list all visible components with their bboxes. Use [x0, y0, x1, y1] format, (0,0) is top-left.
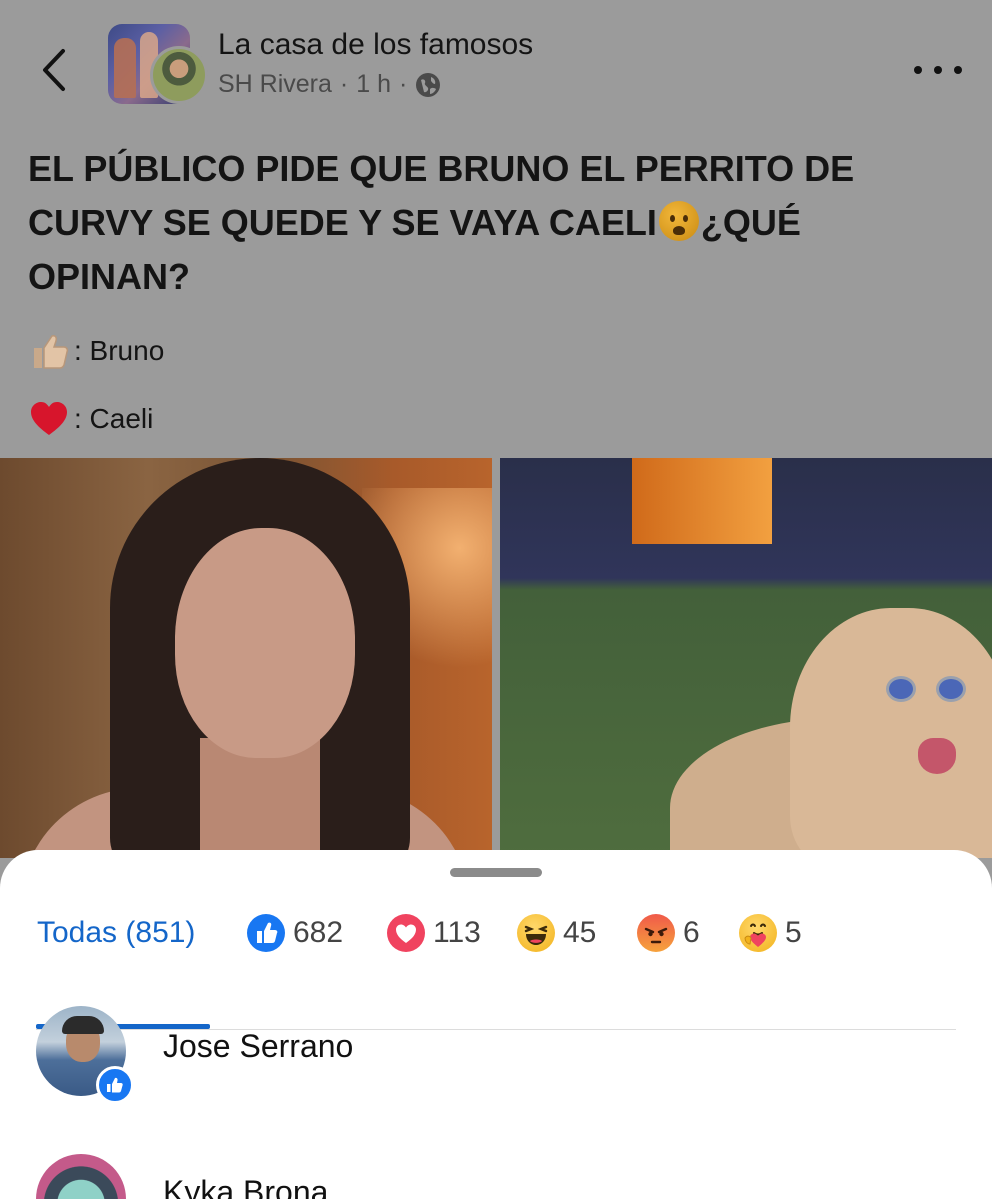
tab-love[interactable]: 113	[387, 908, 481, 958]
person-name[interactable]: Jose Serrano	[163, 1028, 353, 1065]
meta-separator: ·	[399, 70, 408, 98]
tab-angry[interactable]: 6	[637, 908, 700, 958]
more-options-button[interactable]	[914, 56, 962, 84]
option-label: : Caeli	[74, 403, 154, 434]
back-button[interactable]	[30, 44, 76, 96]
option-caeli: : Caeli	[28, 398, 153, 440]
crying-woman-photo[interactable]	[0, 458, 492, 858]
globe-icon	[416, 72, 441, 97]
person-name[interactable]: Kyka Brona	[163, 1174, 328, 1199]
chevron-left-icon	[43, 49, 65, 91]
tab-count: 45	[563, 916, 597, 949]
option-bruno: : Bruno	[28, 330, 164, 372]
thumbs-up-icon	[34, 335, 69, 369]
reaction-tabs: Todas (851) 682 113 45 6 5	[0, 902, 992, 1030]
tab-all-reactions[interactable]: Todas (851)	[37, 908, 195, 958]
tab-like[interactable]: 682	[247, 908, 343, 958]
list-item[interactable]: Jose Serrano	[0, 1000, 992, 1110]
post-time[interactable]: 1 h	[356, 70, 391, 99]
dog-with-sunglasses-photo[interactable]	[500, 458, 992, 858]
tab-label: Todas (851)	[37, 916, 196, 949]
reactions-sheet: Todas (851) 682 113 45 6 5 Jose Serrano …	[0, 850, 992, 1199]
like-reaction-icon	[96, 1066, 134, 1104]
author-name[interactable]: SH Rivera	[218, 70, 332, 99]
tab-count: 682	[293, 916, 344, 949]
frowning-face-icon	[658, 201, 699, 241]
post-meta: SH Rivera · 1 h ·	[218, 70, 441, 99]
red-heart-icon	[31, 402, 67, 435]
tab-haha[interactable]: 45	[517, 908, 596, 958]
author-avatar[interactable]	[150, 46, 208, 104]
tab-count: 113	[433, 916, 481, 949]
care-reaction-icon	[739, 914, 777, 952]
tab-count: 6	[683, 916, 700, 949]
list-item[interactable]: Kyka Brona	[0, 1148, 992, 1199]
like-reaction-icon	[247, 914, 285, 952]
angry-reaction-icon	[637, 914, 675, 952]
haha-reaction-icon	[517, 914, 555, 952]
tab-care[interactable]: 5	[739, 908, 802, 958]
tab-count: 5	[785, 916, 802, 949]
avatar[interactable]	[36, 1154, 126, 1199]
love-reaction-icon	[387, 914, 425, 952]
sheet-drag-handle[interactable]	[450, 868, 542, 877]
page-name[interactable]: La casa de los famosos	[218, 28, 533, 62]
post-text: EL PÚBLICO PIDE QUE BRUNO EL PERRITO DE …	[28, 142, 948, 304]
option-label: : Bruno	[74, 335, 165, 366]
meta-separator: ·	[339, 70, 349, 98]
